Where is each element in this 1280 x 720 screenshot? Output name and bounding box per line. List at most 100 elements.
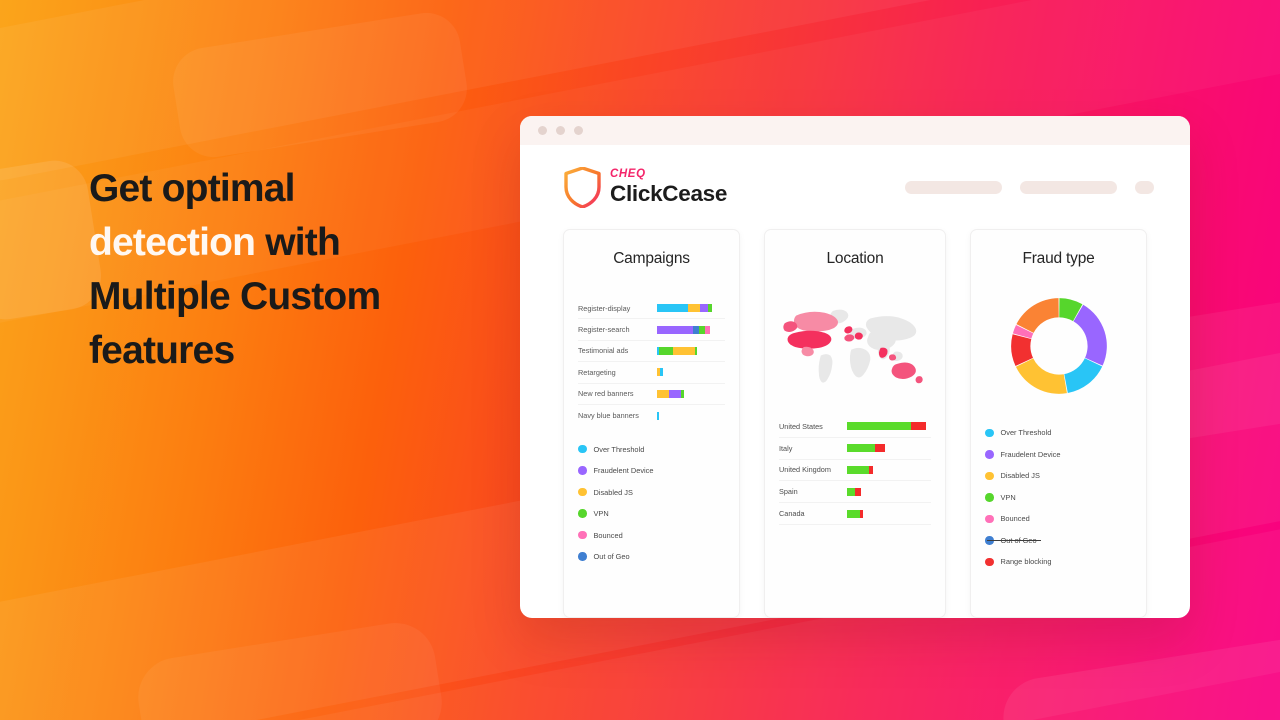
bar-segment xyxy=(705,325,710,334)
donut-slice[interactable] xyxy=(1015,298,1059,333)
legend-color-dot xyxy=(578,466,587,475)
legend-item-label: Range blocking xyxy=(1000,557,1052,567)
legend-color-dot xyxy=(985,471,994,480)
location-row[interactable]: Canada xyxy=(779,503,931,525)
legend-item-label: Out of Geo xyxy=(986,536,1041,545)
legend-item[interactable]: Disabled JS xyxy=(578,481,725,503)
legend-item[interactable]: Over Threshold xyxy=(985,422,1132,444)
bar-segment xyxy=(681,389,684,398)
donut-slice[interactable] xyxy=(1063,358,1102,394)
brand-clickcease-label: ClickCease xyxy=(610,181,728,206)
legend-item[interactable]: Out of Geo xyxy=(578,546,725,568)
legend-color-dot xyxy=(578,552,587,561)
legend-color-dot xyxy=(578,509,587,518)
legend-item[interactable]: Bounced xyxy=(985,508,1132,530)
bar-segment-allowed xyxy=(847,509,860,518)
bar-segment-allowed xyxy=(847,444,875,453)
legend-color-dot xyxy=(578,487,587,497)
legend-item[interactable]: Fraudelent Device xyxy=(985,444,1132,466)
location-row-label: United Kingdom xyxy=(779,465,831,475)
campaign-stacked-bar xyxy=(657,346,697,355)
legend-item-label: Disabled JS xyxy=(593,487,633,497)
legend-item-label: Bounced xyxy=(1000,514,1030,524)
donut-slice[interactable] xyxy=(1015,358,1067,394)
location-row-label: Canada xyxy=(779,509,805,519)
legend-item[interactable]: Over Threshold xyxy=(578,438,725,460)
fraud-type-card: Fraud type Over Threshold Fraudelent Devi… xyxy=(970,229,1147,618)
legend-item[interactable]: VPN xyxy=(578,503,725,525)
campaign-row[interactable]: Register-display xyxy=(578,298,725,320)
bar-segment-blocked xyxy=(875,444,885,453)
donut-svg xyxy=(1010,298,1107,394)
fraud-type-legend: Over Threshold Fraudelent Device Disabled … xyxy=(985,422,1132,573)
bar-segment-blocked xyxy=(869,465,873,474)
location-stacked-bar xyxy=(847,509,863,518)
fraud-type-card-title: Fraud type xyxy=(1022,250,1095,267)
bar-segment xyxy=(708,304,712,313)
bar-segment xyxy=(660,368,663,377)
legend-item[interactable]: Bounced xyxy=(578,524,725,546)
header-actions xyxy=(905,180,1154,194)
legend-item-label: Over Threshold xyxy=(593,444,645,454)
location-card-title: Location xyxy=(826,250,884,267)
legend-color-dot xyxy=(985,450,994,459)
header-placeholder-pill-3[interactable] xyxy=(1135,180,1154,194)
location-row[interactable]: United Kingdom xyxy=(779,460,931,482)
campaign-row[interactable]: New red banners xyxy=(578,384,725,405)
legend-strikethrough xyxy=(986,540,1041,542)
location-row[interactable]: Spain xyxy=(779,481,931,504)
app-header: CHEQ ClickCease xyxy=(520,145,1190,229)
campaign-row[interactable]: Retargeting xyxy=(578,362,725,384)
headline-line-2-rest: with xyxy=(255,221,341,264)
campaign-row[interactable]: Navy blue banners xyxy=(578,405,725,426)
location-card: Location United States Italy United King… xyxy=(764,229,946,618)
window-close-dot[interactable] xyxy=(538,126,547,135)
world-map-svg xyxy=(783,309,923,384)
bar-segment xyxy=(673,346,695,355)
fraud-type-donut-chart[interactable] xyxy=(985,282,1132,410)
legend-color-dot xyxy=(985,514,994,523)
bar-segment xyxy=(657,325,693,334)
headline-line-3: Multiple Custom xyxy=(89,275,381,318)
donut-slice[interactable] xyxy=(1072,304,1107,366)
bar-segment-blocked xyxy=(860,509,863,518)
header-placeholder-pill-2[interactable] xyxy=(1020,180,1117,194)
location-bar-chart: United States Italy United Kingdom Spain Can… xyxy=(779,416,931,525)
legend-item[interactable]: VPN xyxy=(985,487,1132,509)
campaigns-card-title: Campaigns xyxy=(613,250,690,267)
campaigns-card: Campaigns Register-display Register-searc… xyxy=(563,229,740,618)
page-title: Get optimal detection with Multiple Cust… xyxy=(89,162,509,378)
campaign-row[interactable]: Testimonial ads xyxy=(578,341,725,363)
bar-segment-allowed xyxy=(847,465,869,474)
legend-item[interactable]: Out of Geo xyxy=(985,530,1132,552)
bar-segment xyxy=(657,304,688,313)
world-map[interactable] xyxy=(779,282,931,410)
legend-item-label: Bounced xyxy=(593,530,623,540)
window-maximize-dot[interactable] xyxy=(574,126,583,135)
location-row-label: Italy xyxy=(779,443,793,453)
campaign-stacked-bar xyxy=(657,368,663,377)
legend-item-label: Fraudelent Device xyxy=(1000,449,1061,459)
headline-line-1: Get optimal xyxy=(89,167,296,210)
clickcease-logo[interactable]: CHEQ ClickCease xyxy=(564,165,728,209)
bar-segment-blocked xyxy=(911,422,926,431)
headline-line-4: features xyxy=(89,329,235,372)
bar-segment xyxy=(700,304,708,313)
campaign-row-label: Register-display xyxy=(578,303,631,313)
legend-color-dot xyxy=(985,493,994,502)
location-row-label: Spain xyxy=(779,487,798,497)
legend-item[interactable]: Range blocking xyxy=(985,551,1132,573)
window-minimize-dot[interactable] xyxy=(556,126,565,135)
campaign-stacked-bar xyxy=(657,325,710,334)
location-row[interactable]: United States xyxy=(779,416,931,438)
campaign-row[interactable]: Register-search xyxy=(578,319,725,341)
legend-item-label: Disabled JS xyxy=(1000,471,1040,481)
legend-item-label: VPN xyxy=(1000,492,1016,502)
header-placeholder-pill-1[interactable] xyxy=(905,180,1002,194)
legend-item-label: VPN xyxy=(593,509,609,519)
legend-item[interactable]: Disabled JS xyxy=(985,465,1132,487)
legend-item[interactable]: Fraudelent Device xyxy=(578,460,725,482)
brand-cheq-label: CHEQ xyxy=(610,167,646,180)
bar-segment xyxy=(659,346,673,355)
location-row[interactable]: Italy xyxy=(779,438,931,460)
